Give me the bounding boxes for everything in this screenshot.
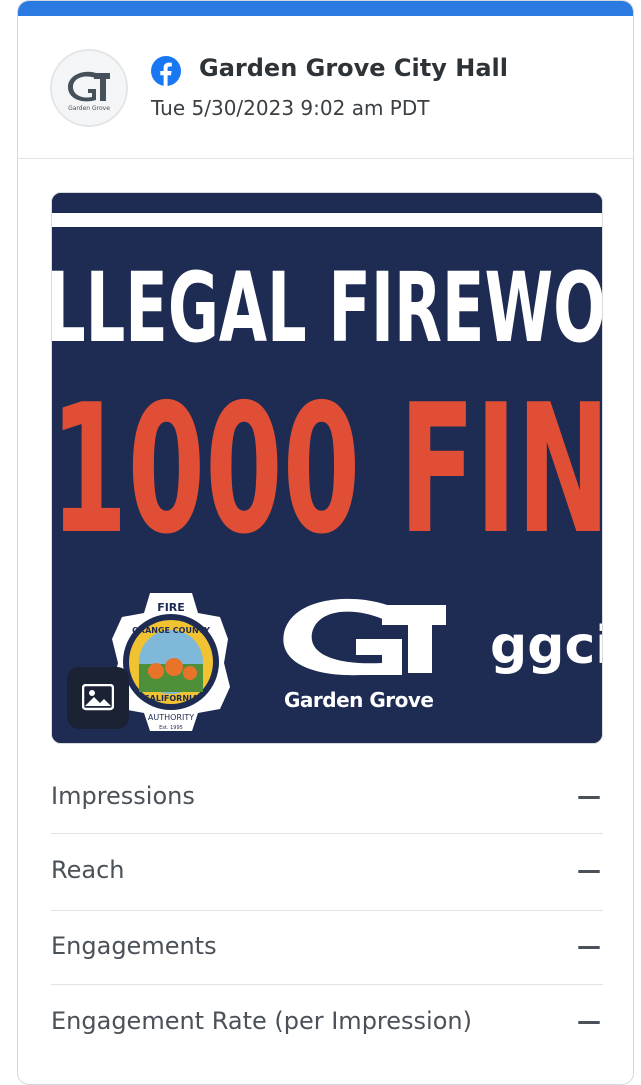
accent-bar	[18, 1, 633, 16]
metric-engagements-label: Engagements	[51, 932, 217, 960]
headline-text: LLEGAL FIREWO	[52, 252, 603, 364]
post-card: Garden Grove Garden Grove City Hall Tue …	[17, 0, 634, 1085]
url-text: ggci	[490, 616, 603, 676]
metric-engagement-rate-value: —	[577, 1007, 601, 1035]
post-image[interactable]: LLEGAL FIREWO 1000 FIN FIRE ORANGE COUNT…	[51, 192, 603, 744]
seal-authority-text: AUTHORITY	[148, 713, 194, 722]
seal-ring-text: ORANGE COUNTY	[132, 626, 210, 635]
post-timestamp: Tue 5/30/2023 9:02 am PDT	[151, 96, 430, 120]
metric-engagement-rate-label: Engagement Rate (per Impression)	[51, 1007, 472, 1035]
media-type-badge	[67, 667, 129, 729]
fine-amount-text: 1000 FIN	[52, 366, 603, 573]
seal-fire-text: FIRE	[157, 601, 185, 614]
seal-est-text: Est. 1995	[159, 725, 183, 731]
metric-reach-value: —	[577, 856, 601, 884]
avatar-caption: Garden Grove	[68, 105, 110, 112]
metric-divider	[51, 910, 603, 911]
header-divider	[18, 158, 633, 159]
account-name[interactable]: Garden Grove City Hall	[199, 54, 508, 82]
garden-grove-logo-text: Garden Grove	[284, 688, 433, 712]
metric-impressions-value: —	[577, 782, 601, 810]
metric-divider	[51, 984, 603, 985]
facebook-icon	[151, 56, 181, 86]
metric-divider	[51, 833, 603, 834]
garden-grove-logo-icon: Garden Grove	[53, 52, 125, 124]
image-icon	[82, 684, 114, 711]
fireworks-graphic: LLEGAL FIREWO 1000 FIN FIRE ORANGE COUNT…	[52, 193, 603, 743]
avatar[interactable]: Garden Grove	[50, 49, 128, 127]
metric-impressions-label: Impressions	[51, 782, 195, 810]
metric-engagements-value: —	[577, 932, 601, 960]
metric-reach-label: Reach	[51, 856, 125, 884]
seal-state-text: CALIFORNIA	[144, 694, 199, 703]
